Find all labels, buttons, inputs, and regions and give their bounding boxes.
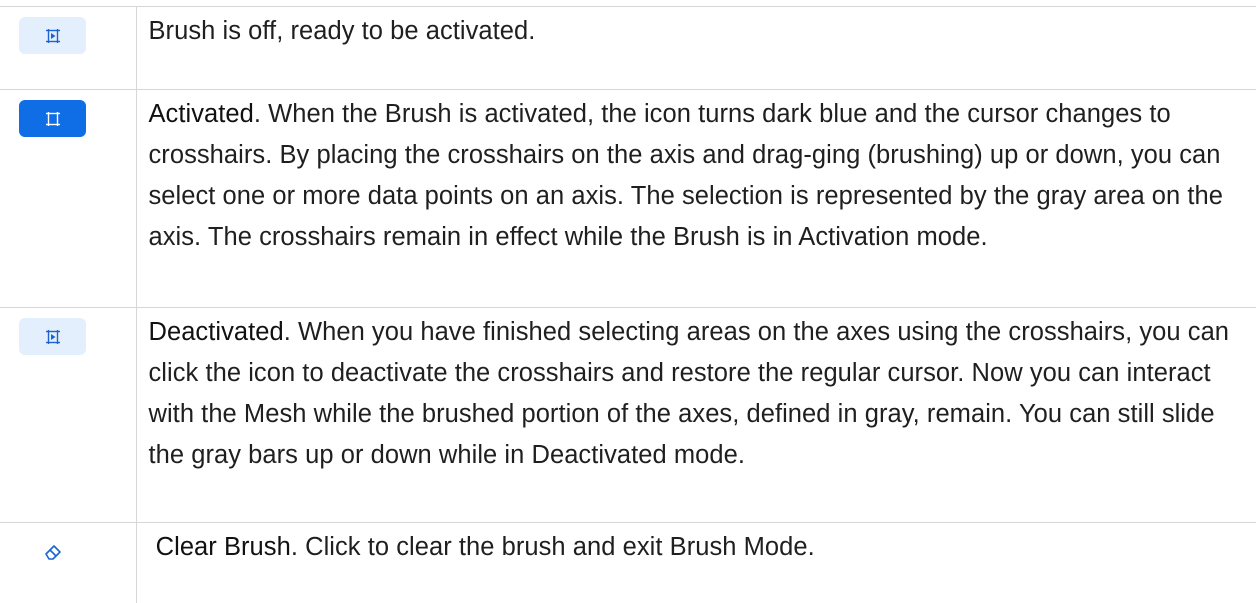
mode-description: Brush is off, ready to be activated. xyxy=(148,17,536,45)
mode-term: Deactivated xyxy=(148,318,284,346)
eraser-icon xyxy=(44,544,61,560)
brush-deactivated-button[interactable] xyxy=(19,318,86,355)
mode-description: . When the Brush is activated, the icon … xyxy=(148,100,1224,251)
icon-cell xyxy=(0,6,137,90)
table-row: Activated. When the Brush is activated, … xyxy=(0,89,1256,308)
brush-off-button[interactable] xyxy=(19,17,86,54)
brush-activated-button[interactable] xyxy=(19,100,86,137)
mode-term: Activated xyxy=(148,100,254,128)
brush-modes-table: Brush is off, ready to be activated. Act… xyxy=(0,6,1256,603)
icon-cell xyxy=(0,307,137,523)
brush-deactivated-icon xyxy=(45,329,60,344)
clear-brush-button[interactable] xyxy=(19,533,86,570)
table-row: Brush is off, ready to be activated. xyxy=(0,6,1256,90)
mode-description: . When you have finished selecting areas… xyxy=(148,318,1230,469)
description-cell: Clear Brush. Click to clear the brush an… xyxy=(135,522,1256,603)
description-cell: Activated. When the Brush is activated, … xyxy=(135,89,1256,308)
table-row: Deactivated. When you have finished sele… xyxy=(0,307,1256,523)
icon-cell xyxy=(0,89,137,308)
icon-cell xyxy=(0,522,137,603)
mode-description: . Click to clear the brush and exit Brus… xyxy=(290,533,815,561)
table-row: Clear Brush. Click to clear the brush an… xyxy=(0,522,1256,603)
description-cell: Brush is off, ready to be activated. xyxy=(135,6,1256,90)
description-cell: Deactivated. When you have finished sele… xyxy=(135,307,1256,523)
brush-off-icon xyxy=(45,28,60,43)
mode-term: Clear Brush xyxy=(155,533,291,561)
document-page: Brush is off, ready to be activated. Act… xyxy=(0,0,1256,603)
brush-activated-icon xyxy=(45,111,60,126)
